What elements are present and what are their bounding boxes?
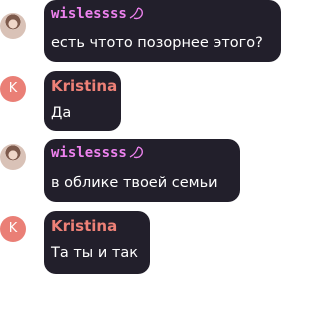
- chat-message: K Kristina Да: [0, 71, 283, 133]
- chat-log: wislessss есть чтото позорнее этого? K K…: [0, 0, 283, 320]
- message-text: есть чтото позорнее этого?: [51, 35, 263, 51]
- message-author[interactable]: wislessss: [51, 145, 146, 161]
- pink-leaf-badge-icon: [129, 146, 143, 159]
- pink-leaf-badge-icon: [129, 7, 143, 20]
- author-name: wislessss: [51, 6, 127, 22]
- message-author[interactable]: Kristina: [51, 217, 117, 235]
- message-bubble: Kristina Да: [44, 71, 121, 131]
- message-author[interactable]: Kristina: [51, 77, 117, 95]
- user-photo-avatar[interactable]: [0, 144, 26, 170]
- chat-message: wislessss есть чтото позорнее этого?: [0, 0, 283, 66]
- chat-message: wislessss в облике твоей семьи: [0, 139, 283, 205]
- letter-avatar[interactable]: K: [0, 216, 26, 242]
- message-text: Да: [51, 105, 72, 121]
- message-bubble: Kristina Та ты и так: [44, 211, 150, 274]
- author-name: wislessss: [51, 145, 127, 161]
- message-text: Та ты и так: [51, 245, 138, 261]
- message-author[interactable]: wislessss: [51, 6, 146, 22]
- letter-avatar[interactable]: K: [0, 76, 26, 102]
- chat-message: K Kristina Та ты и так: [0, 211, 283, 274]
- message-bubble: wislessss есть чтото позорнее этого?: [44, 0, 281, 62]
- message-bubble: wislessss в облике твоей семьи: [44, 139, 240, 202]
- message-text: в облике твоей семьи: [51, 175, 218, 191]
- user-photo-avatar[interactable]: [0, 13, 26, 39]
